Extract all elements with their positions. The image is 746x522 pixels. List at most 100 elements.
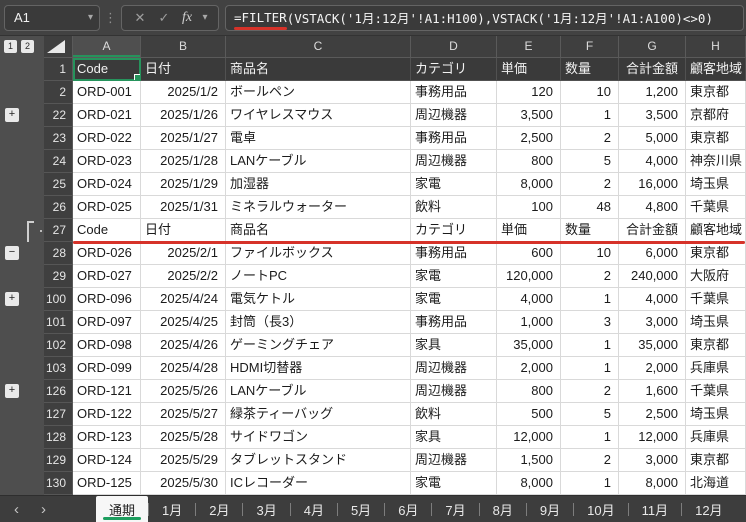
cell-c126[interactable]: LANケーブル <box>226 380 411 403</box>
insert-function-icon[interactable]: fx <box>176 10 198 26</box>
cell-g23[interactable]: 5,000 <box>619 127 686 150</box>
column-header-d[interactable]: D <box>411 36 497 58</box>
selected-cell-a1[interactable]: Code <box>73 58 141 81</box>
cell-d25[interactable]: 家電 <box>411 173 497 196</box>
outline-level-1-button[interactable]: 1 <box>4 40 17 53</box>
cell-d128[interactable]: 家具 <box>411 426 497 449</box>
cell-a100[interactable]: ORD-096 <box>73 288 141 311</box>
cell-b2[interactable]: 2025/1/2 <box>141 81 226 104</box>
cell-g29[interactable]: 240,000 <box>619 265 686 288</box>
cell-d26[interactable]: 飲料 <box>411 196 497 219</box>
cell-c101[interactable]: 封筒（長3） <box>226 311 411 334</box>
cell-b1[interactable]: 日付 <box>141 58 226 81</box>
sheet-tab-12月[interactable]: 12月 <box>682 496 735 522</box>
row-number-129[interactable]: 129 <box>44 449 73 472</box>
cell-g130[interactable]: 8,000 <box>619 472 686 495</box>
cell-g103[interactable]: 2,000 <box>619 357 686 380</box>
row-number-103[interactable]: 103 <box>44 357 73 380</box>
cell-c1[interactable]: 商品名 <box>226 58 411 81</box>
cell-f129[interactable]: 2 <box>561 449 619 472</box>
cell-f23[interactable]: 2 <box>561 127 619 150</box>
row-number-27[interactable]: 27 <box>44 219 73 242</box>
row-number-2[interactable]: 2 <box>44 81 73 104</box>
sheet-tab-9月[interactable]: 9月 <box>527 496 573 522</box>
cell-g24[interactable]: 4,000 <box>619 150 686 173</box>
column-header-c[interactable]: C <box>226 36 411 58</box>
column-header-f[interactable]: F <box>561 36 619 58</box>
cell-g129[interactable]: 3,000 <box>619 449 686 472</box>
cell-f127[interactable]: 5 <box>561 403 619 426</box>
cell-a29[interactable]: ORD-027 <box>73 265 141 288</box>
cell-f24[interactable]: 5 <box>561 150 619 173</box>
cell-d100[interactable]: 家電 <box>411 288 497 311</box>
cell-b129[interactable]: 2025/5/29 <box>141 449 226 472</box>
sheet-tab-10月[interactable]: 10月 <box>574 496 627 522</box>
cell-f101[interactable]: 3 <box>561 311 619 334</box>
cell-b28[interactable]: 2025/2/1 <box>141 242 226 265</box>
row-number-24[interactable]: 24 <box>44 150 73 173</box>
cell-d2[interactable]: 事務用品 <box>411 81 497 104</box>
row-number-25[interactable]: 25 <box>44 173 73 196</box>
cell-c2[interactable]: ボールペン <box>226 81 411 104</box>
cell-h23[interactable]: 東京都 <box>686 127 746 150</box>
cell-c24[interactable]: LANケーブル <box>226 150 411 173</box>
cell-d27[interactable]: カテゴリ <box>411 219 497 242</box>
cell-d22[interactable]: 周辺機器 <box>411 104 497 127</box>
cell-h28[interactable]: 東京都 <box>686 242 746 265</box>
cell-g128[interactable]: 12,000 <box>619 426 686 449</box>
cell-a103[interactable]: ORD-099 <box>73 357 141 380</box>
resize-grip-icon[interactable]: ⋮ <box>100 10 121 26</box>
sheet-tab-5月[interactable]: 5月 <box>338 496 384 522</box>
cell-b127[interactable]: 2025/5/27 <box>141 403 226 426</box>
cell-h127[interactable]: 埼玉県 <box>686 403 746 426</box>
cell-a127[interactable]: ORD-122 <box>73 403 141 426</box>
cell-b103[interactable]: 2025/4/28 <box>141 357 226 380</box>
row-number-130[interactable]: 130 <box>44 472 73 495</box>
cell-c25[interactable]: 加湿器 <box>226 173 411 196</box>
cell-g27[interactable]: 合計金額 <box>619 219 686 242</box>
cell-c27[interactable]: 商品名 <box>226 219 411 242</box>
cell-c26[interactable]: ミネラルウォーター <box>226 196 411 219</box>
cell-c100[interactable]: 電気ケトル <box>226 288 411 311</box>
row-number-128[interactable]: 128 <box>44 426 73 449</box>
cell-e102[interactable]: 35,000 <box>497 334 561 357</box>
cell-d28[interactable]: 事務用品 <box>411 242 497 265</box>
cell-e24[interactable]: 800 <box>497 150 561 173</box>
cell-a28[interactable]: ORD-026 <box>73 242 141 265</box>
cell-e103[interactable]: 2,000 <box>497 357 561 380</box>
cell-c29[interactable]: ノートPC <box>226 265 411 288</box>
cell-h25[interactable]: 埼玉県 <box>686 173 746 196</box>
cell-b22[interactable]: 2025/1/26 <box>141 104 226 127</box>
cell-e100[interactable]: 4,000 <box>497 288 561 311</box>
cell-g127[interactable]: 2,500 <box>619 403 686 426</box>
cell-a24[interactable]: ORD-023 <box>73 150 141 173</box>
cell-g100[interactable]: 4,000 <box>619 288 686 311</box>
row-number-22[interactable]: 22 <box>44 104 73 127</box>
cell-f26[interactable]: 48 <box>561 196 619 219</box>
cell-a101[interactable]: ORD-097 <box>73 311 141 334</box>
sheet-tab-3月[interactable]: 3月 <box>243 496 289 522</box>
row-number-29[interactable]: 29 <box>44 265 73 288</box>
outline-expand-button[interactable]: + <box>5 384 19 398</box>
cell-h2[interactable]: 東京都 <box>686 81 746 104</box>
sheet-tab-6月[interactable]: 6月 <box>385 496 431 522</box>
sheet-tab-通期[interactable]: 通期 <box>96 496 149 522</box>
cell-a25[interactable]: ORD-024 <box>73 173 141 196</box>
cell-g101[interactable]: 3,000 <box>619 311 686 334</box>
cell-d103[interactable]: 周辺機器 <box>411 357 497 380</box>
sheet-tab-8月[interactable]: 8月 <box>480 496 526 522</box>
cell-a2[interactable]: ORD-001 <box>73 81 141 104</box>
cell-f2[interactable]: 10 <box>561 81 619 104</box>
column-header-h[interactable]: H <box>686 36 746 58</box>
cell-e22[interactable]: 3,500 <box>497 104 561 127</box>
cell-d1[interactable]: カテゴリ <box>411 58 497 81</box>
outline-collapse-button[interactable]: − <box>5 246 19 260</box>
cell-d23[interactable]: 事務用品 <box>411 127 497 150</box>
cell-g2[interactable]: 1,200 <box>619 81 686 104</box>
outline-expand-button[interactable]: + <box>5 292 19 306</box>
cell-b26[interactable]: 2025/1/31 <box>141 196 226 219</box>
cell-e29[interactable]: 120,000 <box>497 265 561 288</box>
cell-e27[interactable]: 単価 <box>497 219 561 242</box>
cell-b126[interactable]: 2025/5/26 <box>141 380 226 403</box>
cell-b101[interactable]: 2025/4/25 <box>141 311 226 334</box>
